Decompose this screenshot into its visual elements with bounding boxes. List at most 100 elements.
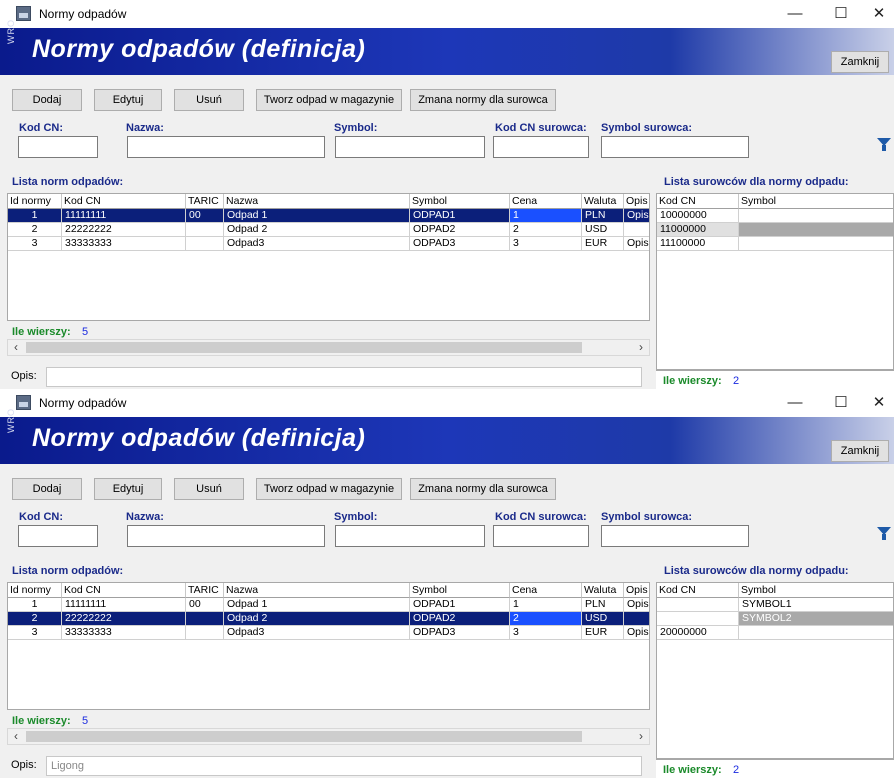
filter-input-nazwa[interactable] <box>127 136 325 158</box>
horizontal-scrollbar[interactable]: ‹ › <box>7 728 650 745</box>
table-row[interactable]: 3 33333333 Odpad3 ODPAD3 3 EUR Opis <box>8 237 649 251</box>
scroll-thumb[interactable] <box>26 731 582 742</box>
column-header[interactable]: Opis <box>624 194 649 209</box>
column-header[interactable]: Symbol <box>739 194 893 209</box>
table-cell <box>739 209 893 223</box>
table-row[interactable]: 3 33333333 Odpad3 ODPAD3 3 EUR Opis <box>8 626 649 640</box>
filter-icon[interactable] <box>877 136 891 152</box>
filter-input-nazwa[interactable] <box>127 525 325 547</box>
table-row[interactable]: 1 11111111 00 Odpad 1 ODPAD1 1 PLN Opis <box>8 209 649 223</box>
table-cell <box>624 223 649 237</box>
row-count-label: Ile wierszy: <box>663 375 722 387</box>
scroll-left-icon[interactable]: ‹ <box>9 340 23 355</box>
column-header[interactable]: Symbol <box>410 583 510 598</box>
table-cell: Odpad 1 <box>224 209 410 223</box>
close-button[interactable]: Zamknij <box>831 51 889 73</box>
close-button[interactable]: Zamknij <box>831 440 889 462</box>
column-header[interactable]: Opis <box>624 583 649 598</box>
column-header[interactable]: Id normy <box>8 583 62 598</box>
create-waste-button[interactable]: Tworz odpad w magazynie <box>256 89 402 111</box>
maximize-button[interactable]: ☐ <box>818 2 864 26</box>
table-cell: 3 <box>8 626 62 640</box>
table-cell: 3 <box>8 237 62 251</box>
delete-button[interactable]: Usuń <box>174 89 244 111</box>
filter-input-symbol[interactable] <box>335 525 485 547</box>
table-row[interactable]: 11000000 <box>657 223 893 237</box>
filter-input-symbol[interactable] <box>335 136 485 158</box>
scroll-left-icon[interactable]: ‹ <box>9 729 23 744</box>
close-window-button[interactable]: ✕ <box>864 391 894 415</box>
add-button[interactable]: Dodaj <box>12 478 82 500</box>
scroll-right-icon[interactable]: › <box>634 340 648 355</box>
close-window-button[interactable]: ✕ <box>864 2 894 26</box>
table-cell <box>186 612 224 626</box>
change-norm-button[interactable]: Zmana normy dla surowca <box>410 89 556 111</box>
table-cell <box>739 626 893 640</box>
materials-table: Kod CN Symbol 10000000 11000000 11100000 <box>656 193 894 370</box>
norms-table: Id normy Kod CN TARIC Nazwa Symbol Cena Waluta… <box>7 582 650 710</box>
table-row[interactable]: SYMBOL2 <box>657 612 893 626</box>
table-cell <box>739 237 893 251</box>
minimize-button[interactable]: — <box>772 2 818 26</box>
filter-input-kod-cn-surowca[interactable] <box>493 525 589 547</box>
table-row[interactable]: SYMBOL1 <box>657 598 893 612</box>
column-header[interactable]: Cena <box>510 583 582 598</box>
column-header[interactable]: Nazwa <box>224 194 410 209</box>
horizontal-scrollbar[interactable]: ‹ › <box>7 339 650 356</box>
delete-button[interactable]: Usuń <box>174 478 244 500</box>
create-waste-button[interactable]: Tworz odpad w magazynie <box>256 478 402 500</box>
column-header[interactable]: Id normy <box>8 194 62 209</box>
banner: WRO Normy odpadów (definicja) <box>0 19 894 75</box>
filter-input-symbol-surowca[interactable] <box>601 525 749 547</box>
edit-button[interactable]: Edytuj <box>94 89 162 111</box>
table-cell: ODPAD2 <box>410 223 510 237</box>
table-row[interactable]: 1 11111111 00 Odpad 1 ODPAD1 1 PLN Opis <box>8 598 649 612</box>
column-header[interactable]: TARIC <box>186 583 224 598</box>
column-header[interactable]: Kod CN <box>657 194 739 209</box>
column-header[interactable]: Kod CN <box>62 194 186 209</box>
scroll-thumb[interactable] <box>26 342 582 353</box>
edit-button[interactable]: Edytuj <box>94 478 162 500</box>
column-header[interactable]: TARIC <box>186 194 224 209</box>
banner-side-label: WRO <box>6 408 16 433</box>
table-row[interactable]: 2 22222222 Odpad 2 ODPAD2 2 USD <box>8 612 649 626</box>
filter-input-symbol-surowca[interactable] <box>601 136 749 158</box>
table-cell: Odpad 2 <box>224 612 410 626</box>
column-header[interactable]: Symbol <box>739 583 893 598</box>
filter-input-kod-cn[interactable] <box>18 136 98 158</box>
table-row[interactable]: 2 22222222 Odpad 2 ODPAD2 2 USD <box>8 223 649 237</box>
column-header[interactable]: Symbol <box>410 194 510 209</box>
filter-icon[interactable] <box>877 525 891 541</box>
table-cell: 20000000 <box>657 626 739 640</box>
maximize-button[interactable]: ☐ <box>818 391 864 415</box>
column-header[interactable]: Kod CN <box>62 583 186 598</box>
column-header[interactable]: Waluta <box>582 194 624 209</box>
add-button[interactable]: Dodaj <box>12 89 82 111</box>
column-header[interactable]: Waluta <box>582 583 624 598</box>
table-row[interactable]: 20000000 <box>657 626 893 640</box>
opis-input[interactable] <box>46 367 642 387</box>
filter-label-symbol: Symbol: <box>334 511 378 523</box>
scroll-right-icon[interactable]: › <box>634 729 648 744</box>
row-count-value: 2 <box>733 375 740 387</box>
table-cell: 22222222 <box>62 223 186 237</box>
table-row[interactable]: 10000000 <box>657 209 893 223</box>
table-cell: 11100000 <box>657 237 739 251</box>
filter-label-symbol: Symbol: <box>334 122 378 134</box>
filter-input-kod-cn-surowca[interactable] <box>493 136 589 158</box>
row-count-label: Ile wierszy: <box>12 715 71 727</box>
window-normy-odpadow-2: Normy odpadów — ☐ ✕ WRO Normy odpadów (defini… <box>0 389 894 778</box>
minimize-button[interactable]: — <box>772 391 818 415</box>
table-cell <box>739 223 893 237</box>
column-header[interactable]: Cena <box>510 194 582 209</box>
column-header[interactable]: Kod CN <box>657 583 739 598</box>
opis-input[interactable]: Ligong <box>46 756 642 776</box>
norms-table: Id normy Kod CN TARIC Nazwa Symbol Cena Waluta… <box>7 193 650 321</box>
filter-input-kod-cn[interactable] <box>18 525 98 547</box>
table-cell: 2 <box>8 612 62 626</box>
right-list-title: Lista surowców dla normy odpadu: <box>664 565 849 577</box>
table-row[interactable]: 11100000 <box>657 237 893 251</box>
filter-label-kod-cn: Kod CN: <box>19 122 63 134</box>
change-norm-button[interactable]: Zmana normy dla surowca <box>410 478 556 500</box>
column-header[interactable]: Nazwa <box>224 583 410 598</box>
